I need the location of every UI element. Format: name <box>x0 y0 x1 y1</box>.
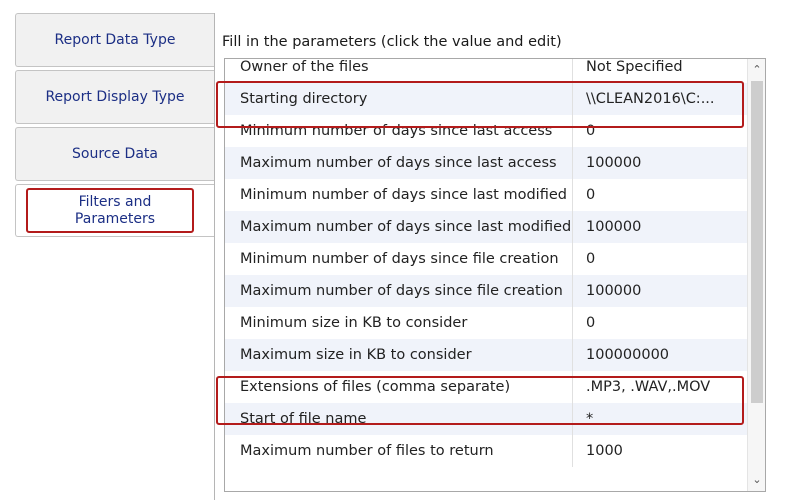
param-name: Maximum number of days since last access <box>240 155 557 171</box>
tab-filters-and-parameters[interactable]: Filters and Parameters <box>15 184 214 237</box>
table-row[interactable]: Maximum size in KB to consider 100000000 <box>225 339 747 371</box>
param-value[interactable]: * <box>572 403 747 435</box>
tab-report-display-type[interactable]: Report Display Type <box>15 70 214 124</box>
chevron-down-icon[interactable]: ⌄ <box>748 471 765 489</box>
parameter-grid: Owner of the files Not Specified Starting … <box>224 58 766 492</box>
param-name: Starting directory <box>240 91 368 107</box>
param-name: Minimum size in KB to consider <box>240 315 468 331</box>
param-value[interactable]: 0 <box>572 115 747 147</box>
param-name: Extensions of files (comma separate) <box>240 379 511 395</box>
param-name: Maximum number of days since last modifi… <box>240 219 572 235</box>
param-name: Minimum number of days since file creati… <box>240 251 559 267</box>
tab-label: Report Display Type <box>45 88 185 105</box>
vertical-scrollbar[interactable]: ⌃ ⌄ <box>747 59 765 491</box>
tab-column: Report Data Type Report Display Type Sou… <box>0 0 216 500</box>
table-row[interactable]: Minimum number of days since last modifi… <box>225 179 747 211</box>
param-value[interactable]: 100000 <box>572 211 747 243</box>
param-name: Minimum number of days since last modifi… <box>240 187 567 203</box>
table-row[interactable]: Maximum number of days since last access… <box>225 147 747 179</box>
param-name: Maximum number of files to return <box>240 443 494 459</box>
param-value[interactable]: 100000 <box>572 147 747 179</box>
instruction-text: Fill in the parameters (click the value … <box>222 34 562 50</box>
table-row[interactable]: Extensions of files (comma separate) .MP3… <box>225 371 747 403</box>
param-name: Owner of the files <box>240 59 369 75</box>
param-value[interactable]: 100000 <box>572 275 747 307</box>
table-row[interactable]: Minimum number of days since last access… <box>225 115 747 147</box>
tab-source-data[interactable]: Source Data <box>15 127 214 181</box>
param-name: Maximum number of days since file creati… <box>240 283 563 299</box>
scrollbar-thumb[interactable] <box>751 81 763 403</box>
param-value[interactable]: 0 <box>572 307 747 339</box>
param-name: Start of file name <box>240 411 367 427</box>
param-value[interactable]: \\CLEAN2016\C:... <box>572 83 747 115</box>
table-row[interactable]: Minimum number of days since file creati… <box>225 243 747 275</box>
tab-label: Source Data <box>72 145 158 162</box>
table-row[interactable]: Start of file name * <box>225 403 747 435</box>
table-row[interactable]: Owner of the files Not Specified <box>225 59 747 83</box>
tab-label: Filters and Parameters <box>74 193 156 227</box>
table-row[interactable]: Maximum number of days since file creati… <box>225 275 747 307</box>
param-value[interactable]: 1000 <box>572 435 747 467</box>
table-row[interactable]: Minimum size in KB to consider 0 <box>225 307 747 339</box>
table-row[interactable]: Maximum number of days since last modifi… <box>225 211 747 243</box>
param-value[interactable]: Not Specified <box>572 59 747 83</box>
table-row[interactable]: Maximum number of files to return 1000 <box>225 435 747 467</box>
tab-report-data-type[interactable]: Report Data Type <box>15 13 214 67</box>
param-value[interactable]: .MP3, .WAV,.MOV <box>572 371 747 403</box>
chevron-up-icon[interactable]: ⌃ <box>748 61 765 79</box>
param-name: Maximum size in KB to consider <box>240 347 472 363</box>
tab-label: Report Data Type <box>54 31 176 48</box>
table-row[interactable]: Starting directory \\CLEAN2016\C:... <box>225 83 747 115</box>
param-value[interactable]: 0 <box>572 243 747 275</box>
param-value[interactable]: 100000000 <box>572 339 747 371</box>
panel-divider <box>214 13 215 500</box>
param-value[interactable]: 0 <box>572 179 747 211</box>
param-name: Minimum number of days since last access <box>240 123 553 139</box>
